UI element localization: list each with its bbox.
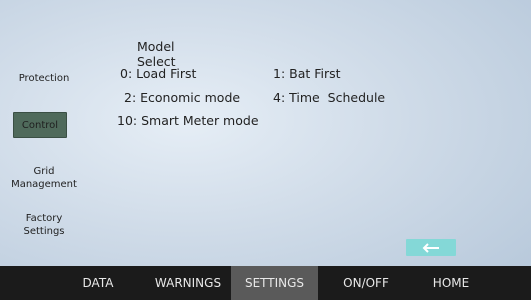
sidebar-item-protection[interactable]: Protection xyxy=(6,72,82,85)
nav-data[interactable]: DATA xyxy=(70,266,126,300)
option-time-schedule[interactable]: 4: Time Schedule xyxy=(273,90,385,105)
option-bat-first[interactable]: 1: Bat First xyxy=(273,66,341,81)
nav-label: DATA xyxy=(82,276,114,290)
sidebar-item-label-line2: Management xyxy=(11,179,77,190)
option-economic-mode[interactable]: 2: Economic mode xyxy=(124,90,240,105)
sidebar-item-grid-management[interactable]: Grid Management xyxy=(6,165,82,191)
nav-settings[interactable]: SETTINGS xyxy=(231,266,318,300)
nav-label: WARNINGS xyxy=(154,276,222,290)
back-button[interactable] xyxy=(406,239,456,256)
nav-warnings[interactable]: WARNINGS xyxy=(147,266,229,300)
page-title: Model Select xyxy=(137,39,176,69)
sidebar: Protection Control Grid Management Facto… xyxy=(0,0,92,265)
sidebar-item-label-line1: Grid xyxy=(33,166,55,177)
sidebar-item-label: Control xyxy=(21,119,59,131)
sidebar-item-label: Protection xyxy=(18,73,70,84)
option-smart-meter-mode[interactable]: 10: Smart Meter mode xyxy=(117,113,259,128)
arrow-left-icon xyxy=(422,238,440,257)
bottom-nav: DATA WARNINGS SETTINGS ON/OFF HOME xyxy=(0,266,531,300)
option-load-first[interactable]: 0: Load First xyxy=(120,66,196,81)
nav-label: HOME xyxy=(432,276,470,290)
nav-label: SETTINGS xyxy=(244,276,305,290)
sidebar-item-label-line1: Factory xyxy=(25,213,63,224)
nav-home[interactable]: HOME xyxy=(418,266,484,300)
sidebar-item-factory-settings[interactable]: Factory Settings xyxy=(6,212,82,238)
nav-on-off[interactable]: ON/OFF xyxy=(330,266,402,300)
nav-label: ON/OFF xyxy=(343,276,389,290)
sidebar-item-label-line2: Settings xyxy=(23,226,65,237)
sidebar-item-control[interactable]: Control xyxy=(13,112,67,138)
